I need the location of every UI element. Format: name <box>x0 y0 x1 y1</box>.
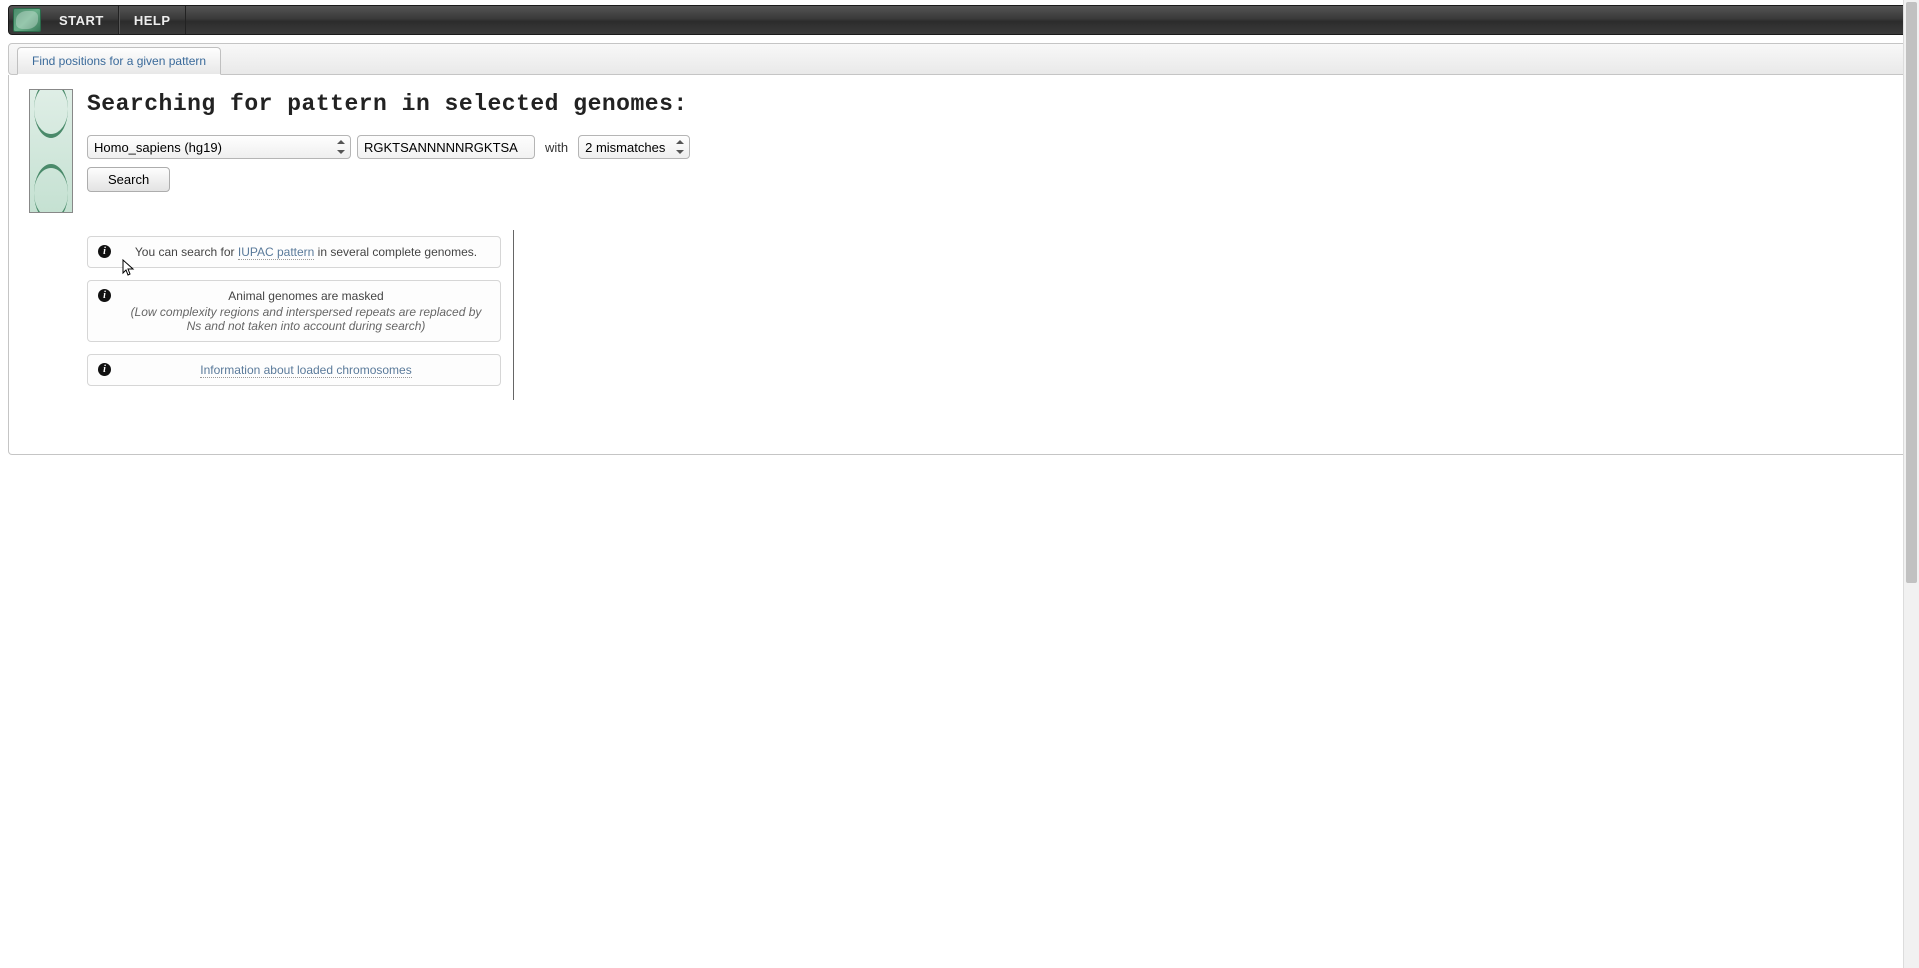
genome-select-wrap: Homo_sapiens (hg19) <box>87 135 351 159</box>
info-masked-sub: (Low complexity regions and interspersed… <box>122 305 490 333</box>
page-title: Searching for pattern in selected genome… <box>87 91 1890 117</box>
menu-help[interactable]: HELP <box>119 6 186 34</box>
info-icon: i <box>98 289 111 302</box>
menu-start[interactable]: START <box>45 6 119 34</box>
iupac-pattern-link[interactable]: IUPAC pattern <box>238 245 314 260</box>
main-menu: START HELP <box>45 6 186 34</box>
info-box-masked: i Animal genomes are masked (Low complex… <box>87 280 501 342</box>
genome-select[interactable]: Homo_sapiens (hg19) <box>87 135 351 159</box>
mismatch-select[interactable]: 2 mismatches <box>578 135 690 159</box>
info-list: i You can search for IUPAC pattern in se… <box>87 236 501 398</box>
search-button[interactable]: Search <box>87 167 170 192</box>
chromosomes-info-link[interactable]: Information about loaded chromosomes <box>200 363 411 378</box>
dna-helix-icon <box>29 89 73 213</box>
info-box-iupac: i You can search for IUPAC pattern in se… <box>87 236 501 268</box>
tab-strip: Find positions for a given pattern <box>8 43 1911 75</box>
content-area: Searching for pattern in selected genome… <box>8 75 1911 455</box>
vertical-divider <box>513 230 514 400</box>
info-text-pre: You can search for <box>135 245 238 259</box>
topbar: START HELP <box>8 5 1911 35</box>
info-masked-title: Animal genomes are masked <box>228 289 383 303</box>
info-section: i You can search for IUPAC pattern in se… <box>87 236 1890 400</box>
scrollbar-thumb[interactable] <box>1906 2 1917 583</box>
vertical-scrollbar[interactable] <box>1903 0 1919 968</box>
info-icon: i <box>98 363 111 376</box>
info-icon: i <box>98 245 111 258</box>
with-label: with <box>545 140 568 155</box>
main-column: Searching for pattern in selected genome… <box>87 89 1890 400</box>
search-form: Homo_sapiens (hg19) with 2 mismatches <box>87 135 1890 159</box>
info-text-post: in several complete genomes. <box>314 245 477 259</box>
pattern-input[interactable] <box>357 135 535 159</box>
info-box-chromosomes: i Information about loaded chromosomes <box>87 354 501 386</box>
mismatch-select-wrap: 2 mismatches <box>578 135 690 159</box>
app-logo-icon[interactable] <box>13 8 41 32</box>
tab-find-positions[interactable]: Find positions for a given pattern <box>17 47 221 75</box>
